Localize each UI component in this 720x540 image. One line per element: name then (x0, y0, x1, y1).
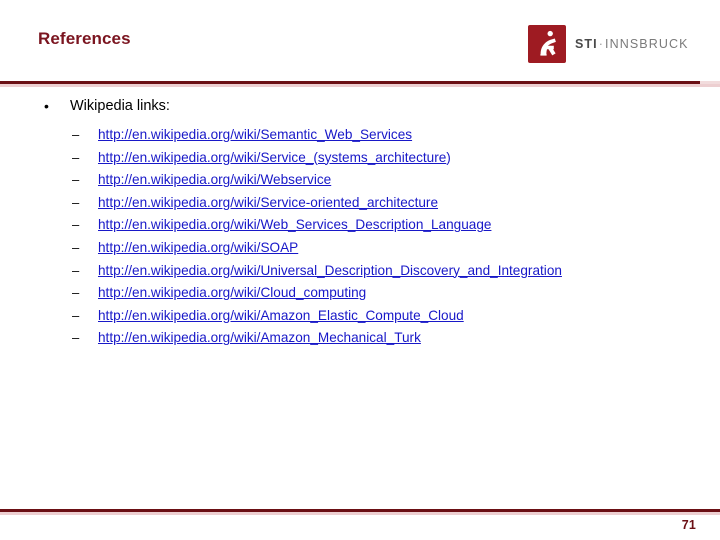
dash-icon: – (72, 149, 80, 165)
slide: References STI·INNSBRUCK • Wikipedia lin… (0, 0, 720, 540)
logo-text-innsbruck: INNSBRUCK (605, 36, 689, 51)
dash-icon: – (72, 194, 80, 210)
wikipedia-link[interactable]: http://en.wikipedia.org/wiki/Amazon_Elas… (98, 308, 464, 323)
page-title: References (38, 29, 131, 48)
dash-icon: – (72, 307, 80, 323)
dash-icon: – (72, 127, 80, 142)
list-item: – http://en.wikipedia.org/wiki/Amazon_Me… (0, 327, 720, 350)
wikipedia-link[interactable]: http://en.wikipedia.org/wiki/Universal_D… (98, 263, 562, 278)
dash-icon: – (72, 172, 80, 188)
logo-wordmark: STI·INNSBRUCK (575, 38, 689, 51)
wikipedia-link[interactable]: http://en.wikipedia.org/wiki/Service_(sy… (98, 150, 446, 165)
sti-innsbruck-logo: STI·INNSBRUCK (528, 24, 689, 64)
list-item: – http://en.wikipedia.org/wiki/Universal… (0, 260, 720, 283)
header-divider-light (0, 84, 720, 87)
footer-divider (0, 509, 720, 515)
wikipedia-link[interactable]: http://en.wikipedia.org/wiki/Amazon_Mech… (98, 330, 421, 345)
wikipedia-link[interactable]: http://en.wikipedia.org/wiki/Webservice (98, 172, 331, 187)
dash-icon: – (72, 217, 80, 233)
wikipedia-link-list: – http://en.wikipedia.org/wiki/Semantic_… (0, 124, 720, 350)
list-item: – http://en.wikipedia.org/wiki/Cloud_com… (0, 282, 720, 305)
slide-content: • Wikipedia links: – http://en.wikipedia… (0, 95, 720, 350)
list-item: – http://en.wikipedia.org/wiki/Webservic… (0, 169, 720, 192)
link-tail: ) (446, 149, 451, 165)
list-item: – http://en.wikipedia.org/wiki/Service-o… (0, 192, 720, 215)
list-item: – http://en.wikipedia.org/wiki/Semantic_… (0, 124, 720, 147)
dash-icon: – (72, 239, 80, 255)
wikipedia-link[interactable]: http://en.wikipedia.org/wiki/Web_Service… (98, 217, 491, 232)
wikipedia-link[interactable]: http://en.wikipedia.org/wiki/Service-ori… (98, 195, 438, 210)
dash-icon: – (72, 330, 80, 346)
page-number: 71 (681, 518, 696, 532)
footer-divider-light (0, 512, 720, 515)
wikipedia-link[interactable]: http://en.wikipedia.org/wiki/SOAP (98, 240, 298, 255)
logo-separator: · (598, 36, 605, 51)
dash-icon: – (72, 285, 80, 301)
list-item: – http://en.wikipedia.org/wiki/SOAP (0, 237, 720, 260)
list-item: – http://en.wikipedia.org/wiki/Web_Servi… (0, 214, 720, 237)
content-heading: • Wikipedia links: (0, 95, 720, 117)
wikipedia-link[interactable]: http://en.wikipedia.org/wiki/Semantic_We… (98, 127, 412, 142)
list-item: – http://en.wikipedia.org/wiki/Service_(… (0, 147, 720, 170)
sti-figure-icon (528, 25, 566, 63)
logo-text-sti: STI (575, 36, 598, 51)
content-heading-label: Wikipedia links: (70, 98, 170, 114)
list-item: – http://en.wikipedia.org/wiki/Amazon_El… (0, 305, 720, 328)
dash-icon: – (72, 262, 80, 278)
bullet-icon: • (44, 98, 49, 114)
header-divider (0, 81, 720, 87)
wikipedia-link[interactable]: http://en.wikipedia.org/wiki/Cloud_compu… (98, 285, 366, 300)
